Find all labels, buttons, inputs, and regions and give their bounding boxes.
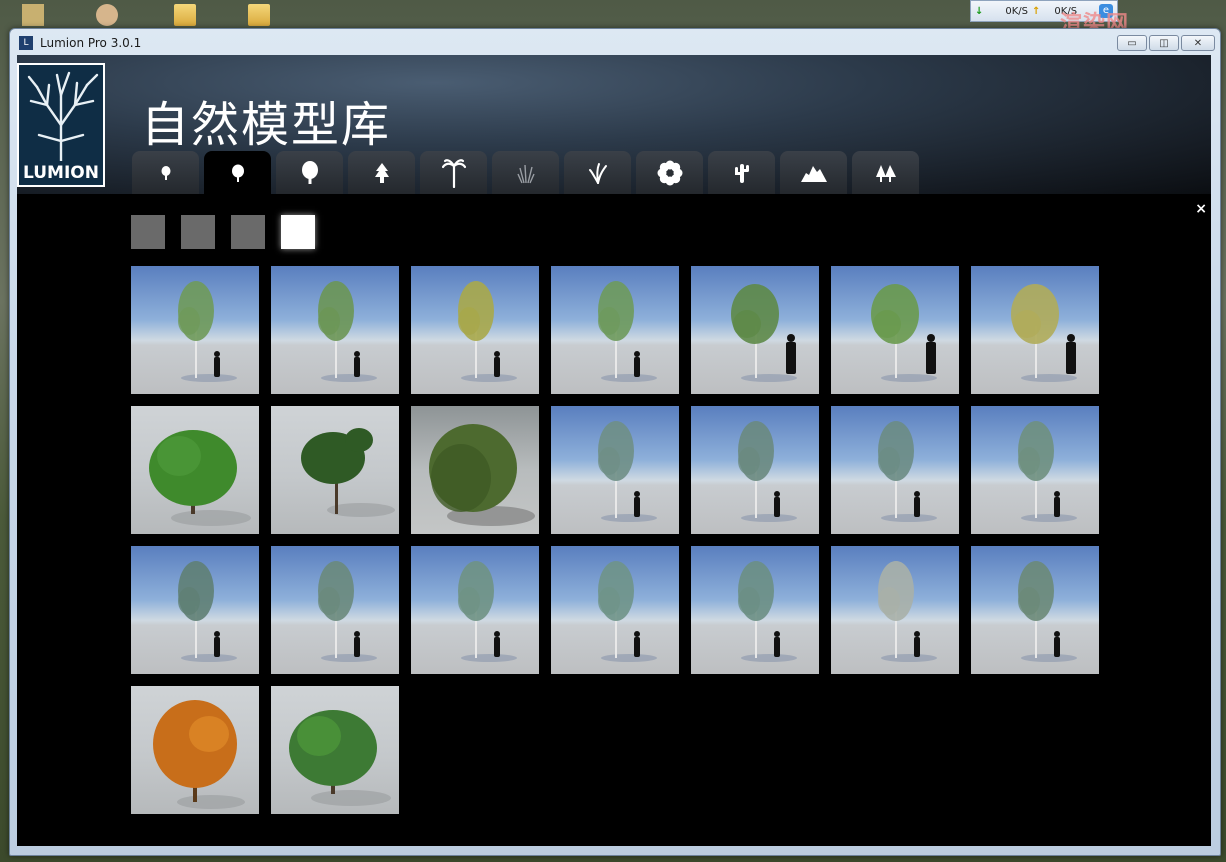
model-grid — [131, 266, 1099, 814]
model-thumbnail[interactable] — [271, 266, 399, 394]
tree-preview-icon — [1011, 284, 1077, 382]
model-thumbnail[interactable] — [971, 546, 1099, 674]
tree-preview-icon — [289, 710, 391, 806]
tree-preview-icon — [1018, 421, 1077, 522]
library-header: LUMION 自然模型库 — [17, 55, 1211, 194]
tree-preview-icon — [458, 281, 517, 382]
tab-large-tree[interactable] — [276, 151, 343, 194]
model-thumbnail[interactable] — [131, 686, 259, 814]
tree-preview-icon — [178, 281, 237, 382]
upload-arrow-icon: ↑ — [1032, 5, 1041, 17]
model-thumbnail[interactable] — [831, 406, 959, 534]
model-thumbnail[interactable] — [691, 406, 819, 534]
window-title: Lumion Pro 3.0.1 — [40, 36, 142, 50]
model-thumbnail[interactable] — [131, 546, 259, 674]
logo-text: LUMION — [23, 163, 99, 183]
tab-conifer[interactable] — [348, 151, 415, 194]
tab-small-tree[interactable] — [132, 151, 199, 194]
tree-preview-icon — [178, 561, 237, 662]
desktop-folder-icon[interactable] — [248, 4, 270, 26]
app-window: L Lumion Pro 3.0.1 ▭ ◫ ✕ LUMION 自然模型库 × — [9, 28, 1221, 856]
size-option-4[interactable] — [281, 215, 315, 249]
cactus-icon — [734, 163, 749, 183]
model-thumbnail[interactable] — [831, 546, 959, 674]
forest-icon — [875, 164, 896, 182]
model-thumbnail[interactable] — [411, 406, 539, 534]
small-tree-icon — [161, 165, 170, 180]
app-content: LUMION 自然模型库 × — [17, 55, 1211, 846]
large-tree-icon — [301, 160, 318, 184]
model-thumbnail[interactable] — [971, 266, 1099, 394]
model-thumbnail[interactable] — [131, 406, 259, 534]
tree-preview-icon — [301, 428, 395, 517]
tree-preview-icon — [458, 561, 517, 662]
tree-preview-icon — [598, 281, 657, 382]
model-thumbnail[interactable] — [271, 686, 399, 814]
page-title: 自然模型库 — [141, 97, 392, 153]
category-tabs — [132, 151, 919, 194]
size-option-3[interactable] — [231, 215, 265, 249]
download-speed: 0K/S — [1005, 5, 1029, 17]
tab-forest[interactable] — [852, 151, 919, 194]
model-thumbnail[interactable] — [411, 266, 539, 394]
tab-flower[interactable] — [636, 151, 703, 194]
model-thumbnail[interactable] — [551, 406, 679, 534]
minimize-button[interactable]: ▭ — [1117, 35, 1147, 51]
maximize-button[interactable]: ◫ — [1149, 35, 1179, 51]
window-controls: ▭ ◫ ✕ — [1117, 35, 1215, 51]
tab-deciduous-tree[interactable] — [204, 151, 271, 194]
tree-preview-icon — [318, 281, 377, 382]
conifer-icon — [374, 162, 389, 183]
tree-preview-icon — [149, 430, 251, 526]
close-window-button[interactable]: ✕ — [1181, 35, 1215, 51]
palm-icon — [441, 158, 466, 188]
tree-preview-icon — [731, 284, 797, 382]
tree-preview-icon — [1018, 561, 1077, 662]
tab-plant[interactable] — [564, 151, 631, 194]
tab-palm[interactable] — [420, 151, 487, 194]
model-thumbnail[interactable] — [551, 546, 679, 674]
model-thumbnail[interactable] — [271, 406, 399, 534]
model-thumbnail[interactable] — [411, 546, 539, 674]
size-option-1[interactable] — [131, 215, 165, 249]
tree-preview-icon — [878, 421, 937, 522]
tree-preview-icon — [598, 421, 657, 522]
tab-rocks[interactable] — [780, 151, 847, 194]
tree-preview-icon — [878, 561, 937, 662]
model-thumbnail[interactable] — [691, 266, 819, 394]
tab-cactus[interactable] — [708, 151, 775, 194]
tree-logo-icon — [27, 71, 99, 163]
tab-grass[interactable] — [492, 151, 559, 194]
close-library-button[interactable]: × — [1195, 201, 1207, 217]
tree-preview-icon — [318, 561, 377, 662]
tree-preview-icon — [871, 284, 937, 382]
model-thumbnail[interactable] — [971, 406, 1099, 534]
grass-icon — [516, 164, 535, 183]
rocks-icon — [800, 165, 827, 182]
lumion-app-icon: L — [19, 36, 33, 50]
tree-preview-icon — [598, 561, 657, 662]
model-thumbnail[interactable] — [551, 266, 679, 394]
deciduous-tree-icon — [231, 164, 244, 182]
model-thumbnail[interactable] — [691, 546, 819, 674]
model-thumbnail[interactable] — [271, 546, 399, 674]
lumion-logo: LUMION — [17, 63, 105, 187]
model-thumbnail[interactable] — [131, 266, 259, 394]
desktop-folder-icon[interactable] — [174, 4, 196, 26]
title-bar[interactable]: L Lumion Pro 3.0.1 ▭ ◫ ✕ — [10, 29, 1220, 55]
flower-icon — [657, 160, 682, 185]
size-option-2[interactable] — [181, 215, 215, 249]
tree-preview-icon — [738, 561, 797, 662]
desktop-avatar-icon[interactable] — [96, 4, 118, 26]
tree-preview-icon — [738, 421, 797, 522]
download-arrow-icon: ↓ — [975, 5, 984, 17]
desktop-file-icon[interactable] — [22, 4, 44, 26]
plant-icon — [588, 162, 607, 184]
thumbnail-size-options — [131, 215, 315, 249]
tree-preview-icon — [153, 700, 245, 809]
tree-preview-icon — [429, 424, 535, 526]
model-thumbnail[interactable] — [831, 266, 959, 394]
